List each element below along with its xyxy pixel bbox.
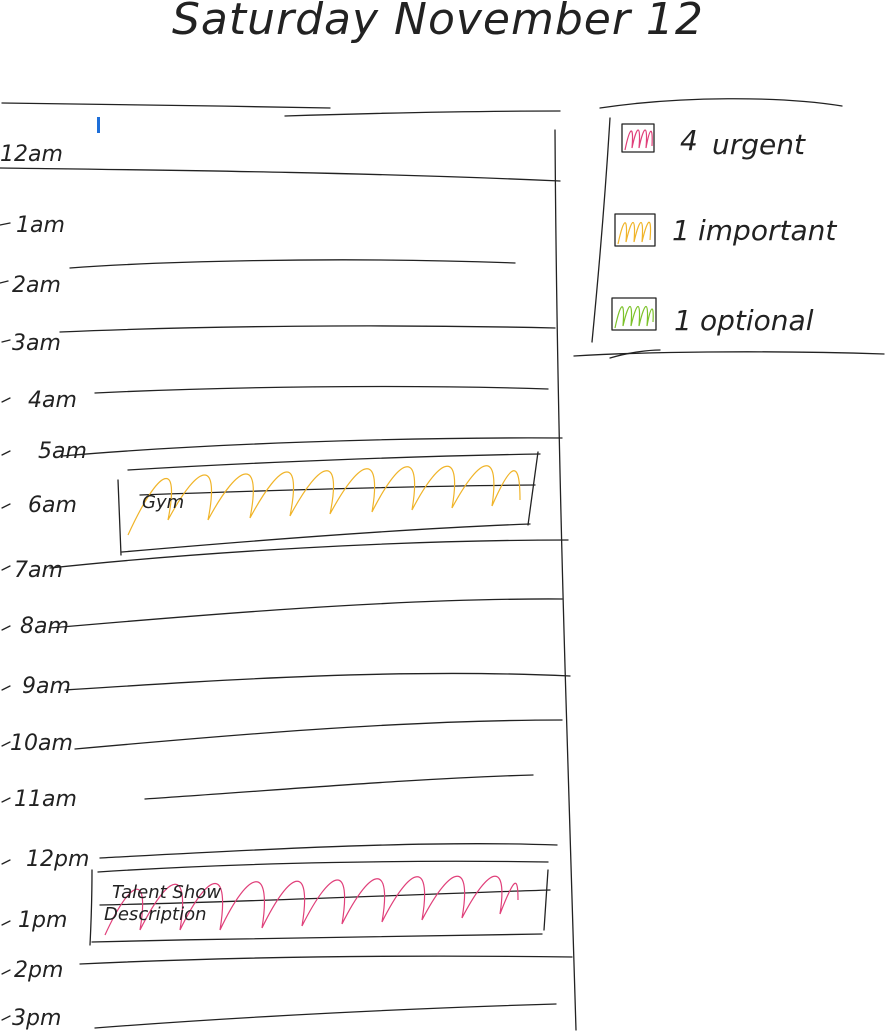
event-box [117,479,122,556]
legend-swatch-hatch [617,221,652,245]
hour-line [94,1003,557,1029]
hour-line [64,672,571,691]
hour-tick [0,222,11,226]
legend-label: urgent [712,128,806,161]
hour-tick [1,797,11,803]
event-box [91,933,543,943]
hour-line [74,719,563,750]
hour-line [94,385,549,394]
legend-label: important [698,214,837,247]
hour-tick [1,625,11,631]
event-description: Description [104,904,207,925]
event-label: Talent Show [112,882,221,903]
hour-tick [1,969,11,975]
legend-border [591,117,611,343]
event-box [127,453,541,471]
hour-label: 7am [14,558,63,583]
hour-tick [1,397,11,403]
hour-label: 2am [12,273,61,298]
hour-tick [1,741,11,747]
hour-label: 3am [12,331,61,356]
hour-tick [1,565,11,571]
legend-count: 1 [674,304,692,337]
drawing-canvas[interactable]: Saturday November 12 12am 1am 2am 3am 4a… [0,0,885,1033]
hour-label: 6am [28,493,77,518]
hour-labels: 12am 1am 2am 3am 4am 5am 6am 7am 8am 9am… [0,142,89,1031]
hour-label: 3pm [12,1006,61,1031]
hour-label: 1pm [18,908,67,933]
hour-label: 4am [28,388,77,413]
hour-line [79,955,573,965]
hour-label: 12am [0,142,63,167]
hour-label: 5am [38,439,87,464]
hour-tick [0,280,9,284]
hour-tick [1,450,11,456]
hour-ticks [0,222,11,1021]
legend-border [599,98,843,109]
hour-label: 9am [22,674,71,699]
event-box [97,860,549,873]
hour-label: 1am [16,213,65,238]
schedule-right-border [554,129,577,1031]
hour-tick [1,339,11,343]
hour-line [99,843,558,859]
hour-tick [1,920,11,926]
event-gym[interactable]: Gym [117,451,541,556]
hour-tick [1,859,11,865]
legend-swatch [621,123,655,153]
hour-tick [1,1015,11,1021]
hour-label: 11am [14,787,77,812]
legend-item-optional: 1 optional [611,297,814,337]
event-box [527,451,539,526]
hour-line [59,325,556,333]
top-rule [284,110,561,117]
hour-line [0,167,561,182]
hour-line [61,437,563,457]
legend-panel: 4 urgent 1 important 1 optional [573,98,885,359]
hour-label: 12pm [26,847,89,872]
legend-label: optional [700,304,814,337]
top-rule [1,102,331,109]
event-box [543,869,549,931]
legend-swatch-hatch [614,305,654,329]
event-label: Gym [142,492,184,513]
hour-label: 8am [20,614,69,639]
event-box [121,523,531,553]
hour-label: 2pm [14,958,63,983]
hour-tick [1,685,11,691]
page-title: Saturday November 12 [172,0,704,45]
hour-line [49,598,563,629]
legend-item-urgent: 4 urgent [621,123,806,161]
legend-item-important: 1 important [614,213,837,247]
legend-count: 4 [680,124,698,157]
hour-line [49,539,569,569]
hour-line [144,774,534,800]
cursor-marker [97,117,100,133]
legend-count: 1 [672,214,690,247]
event-strike [139,484,536,496]
hour-line [69,259,516,269]
hour-label: 10am [10,731,73,756]
event-hatch [127,465,521,536]
event-box [89,869,93,946]
legend-swatch-hatch [624,129,653,151]
hour-tick [1,503,11,509]
event-talent-show[interactable]: Talent Show Description [89,860,551,946]
